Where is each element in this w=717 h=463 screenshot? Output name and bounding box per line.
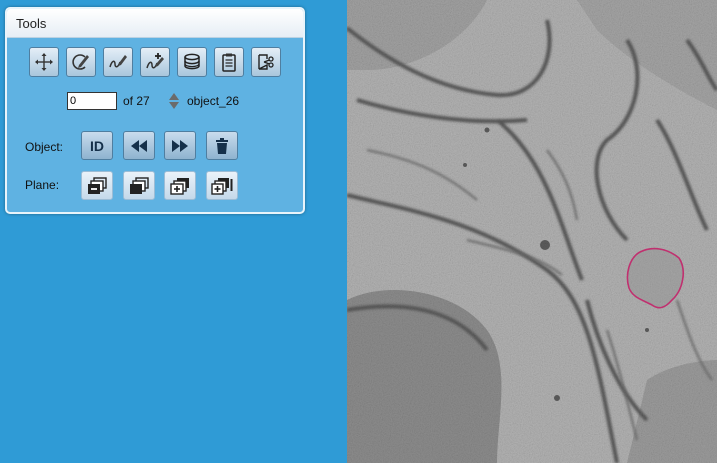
rewind-icon	[131, 139, 147, 152]
image-viewer[interactable]	[347, 0, 717, 463]
object-name: object_26	[187, 94, 240, 108]
plane-remove-button[interactable]	[81, 171, 113, 200]
next-object-button[interactable]	[164, 131, 196, 160]
plane-row-label: Plane:	[25, 178, 60, 192]
object-id-button[interactable]: ID	[81, 131, 113, 160]
clipboard-icon	[222, 53, 236, 72]
object-count-text: of 27	[123, 94, 150, 108]
panel-header[interactable]: Tools	[7, 9, 303, 38]
plane-copy-icon	[130, 176, 149, 194]
move-tool-button[interactable]	[29, 47, 59, 77]
fast-forward-icon	[172, 139, 188, 152]
layers-tool-button[interactable]	[177, 47, 207, 77]
trash-icon	[216, 137, 228, 154]
id-label: ID	[90, 137, 104, 154]
cut-split-icon	[258, 54, 274, 70]
add-object-tool-button[interactable]	[140, 47, 170, 77]
plane-remove-icon	[88, 176, 107, 194]
edit-region-tool-button[interactable]	[66, 47, 96, 77]
object-counter: of 27 object_26	[67, 92, 297, 110]
tools-panel: Tools 0 of 27 object_26 Object: ID Plane…	[5, 7, 305, 214]
spinner-updown-icon[interactable]	[168, 92, 180, 110]
plane-add-button[interactable]	[164, 171, 196, 200]
plane-add-icon	[170, 177, 189, 195]
plane-add-all-icon	[211, 177, 233, 195]
panel-title: Tools	[16, 16, 47, 31]
add-object-icon	[146, 53, 164, 69]
delete-object-button[interactable]	[206, 131, 238, 160]
plane-copy-button[interactable]	[123, 171, 155, 200]
clipboard-tool-button[interactable]	[214, 47, 244, 77]
em-image	[347, 0, 717, 463]
cut-tool-button[interactable]	[251, 47, 281, 77]
edit-region-icon	[72, 54, 89, 70]
draw-tool-button[interactable]	[103, 47, 133, 77]
toolbar	[29, 47, 285, 79]
object-index-input[interactable]	[67, 92, 117, 110]
plane-add-all-button[interactable]	[206, 171, 238, 200]
layers-icon	[184, 53, 200, 70]
previous-object-button[interactable]	[123, 131, 155, 160]
object-row-label: Object:	[25, 140, 64, 154]
move-icon	[35, 53, 53, 71]
draw-pen-icon	[109, 55, 127, 68]
